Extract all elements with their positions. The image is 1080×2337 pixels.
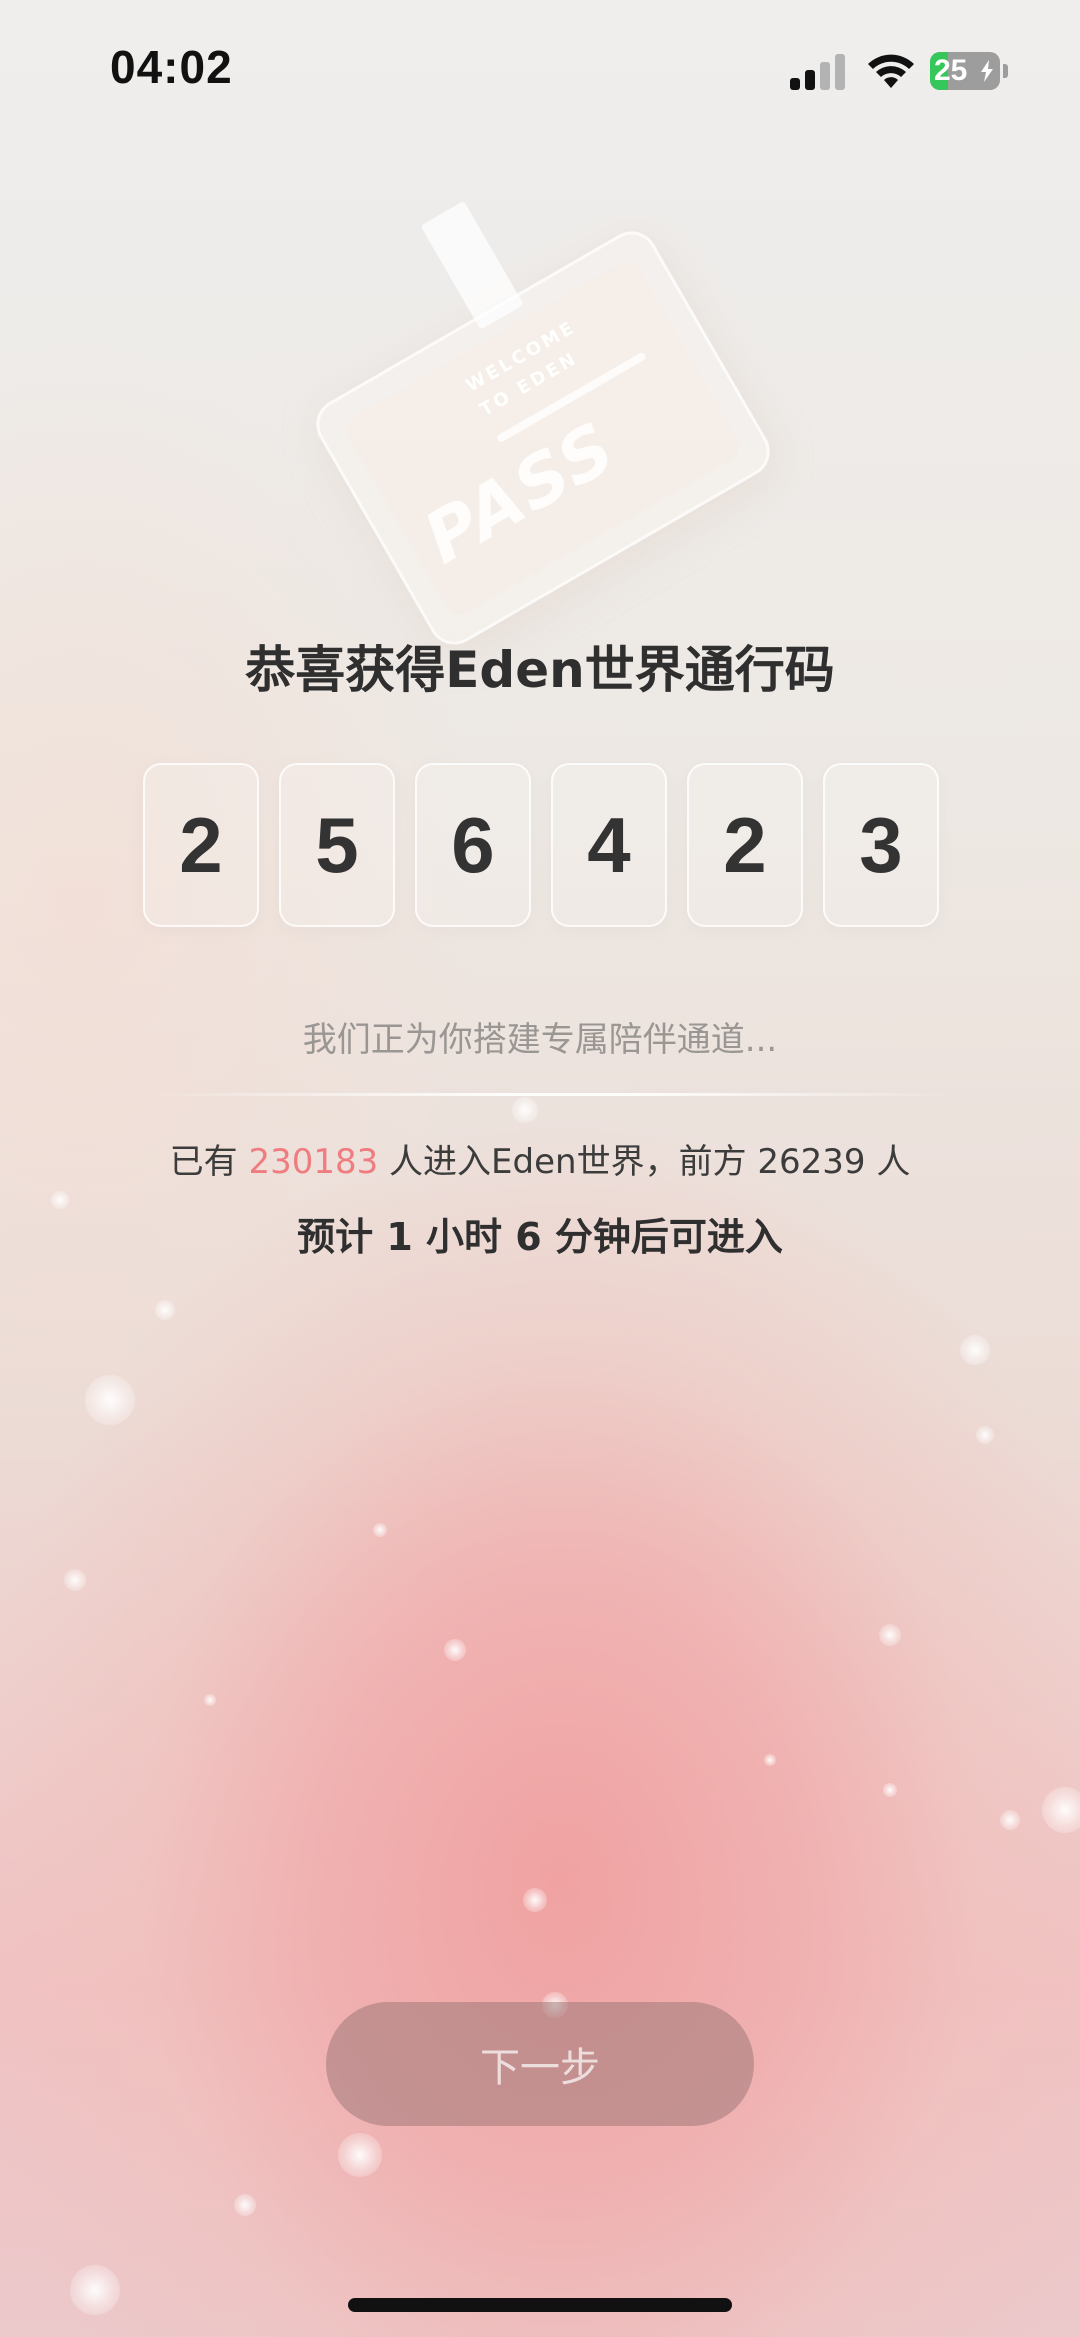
sparkle: [155, 1300, 175, 1320]
building-status-text: 我们正为你搭建专属陪伴通道...: [302, 1020, 778, 1060]
code-digit: 2: [687, 763, 803, 927]
wifi-icon: [868, 54, 914, 88]
divider: [150, 1093, 950, 1096]
status-time: 04:02: [110, 41, 233, 93]
estimated-wait: 预计 1 小时 6 分钟后可进入: [297, 1215, 783, 1259]
queue-prefix: 已有: [169, 1142, 238, 1182]
sparkle: [85, 1375, 135, 1425]
home-indicator[interactable]: [348, 2298, 732, 2312]
sparkle: [523, 1888, 547, 1912]
status-bar: 04:02 25: [0, 0, 1080, 140]
next-step-button[interactable]: 下一步: [326, 2002, 754, 2126]
code-digit: 4: [551, 763, 667, 927]
signal-bar: [805, 70, 815, 90]
sparkle: [338, 2133, 382, 2177]
sparkle: [234, 2194, 256, 2216]
queue-info: 已有 230183 人进入Eden世界，前方 26239 人: [0, 1134, 1080, 1183]
sparkle: [70, 2265, 120, 2315]
signal-bar: [820, 62, 830, 90]
ahead-count: 26239: [757, 1142, 866, 1182]
battery-icon: 25: [930, 52, 1010, 90]
cellular-signal-icon: [790, 54, 846, 90]
sparkle: [64, 1569, 86, 1591]
code-digit: 2: [143, 763, 259, 927]
battery-tip: [1003, 64, 1008, 78]
signal-bar: [790, 78, 800, 90]
queue-middle: 人进入Eden世界，前方: [389, 1142, 747, 1182]
battery-body: 25: [930, 52, 1000, 90]
sparkle: [204, 1694, 216, 1706]
queue-suffix: 人: [876, 1142, 911, 1182]
sparkle: [512, 1097, 538, 1123]
code-digit: 6: [415, 763, 531, 927]
code-digit: 3: [823, 763, 939, 927]
code-digit: 5: [279, 763, 395, 927]
charging-bolt-icon: [981, 60, 993, 82]
sparkle: [1042, 1787, 1080, 1833]
sparkle: [976, 1426, 994, 1444]
battery-level: 25: [934, 54, 968, 87]
sparkle: [1000, 1810, 1020, 1830]
entered-count: 230183: [248, 1142, 379, 1182]
sparkle: [444, 1639, 466, 1661]
sparkle: [883, 1783, 897, 1797]
page-title: 恭喜获得Eden世界通行码: [245, 641, 835, 699]
sparkle: [373, 1523, 387, 1537]
pass-code: 2 5 6 4 2 3: [143, 763, 939, 927]
sparkle: [879, 1624, 901, 1646]
signal-bar: [835, 54, 845, 90]
sparkle: [960, 1335, 990, 1365]
sparkle: [764, 1754, 776, 1766]
